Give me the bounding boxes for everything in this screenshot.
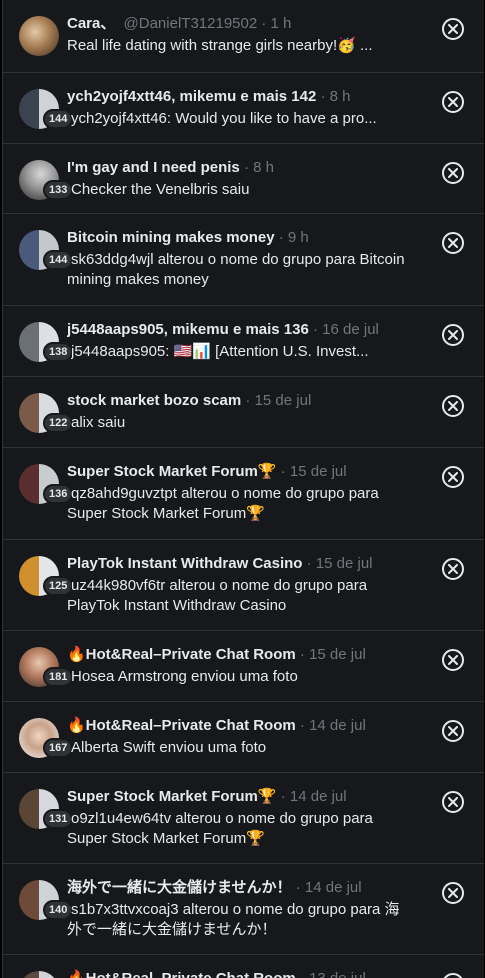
- conversation-name: 🔥Hot&Real–Private Chat Room: [67, 717, 296, 734]
- conversation-row[interactable]: 122 stock market bozo scam · 15 de jul a…: [3, 377, 484, 448]
- conversation-name: 🔥Hot&Real–Private Chat Room: [67, 970, 296, 978]
- conversation-row[interactable]: 🔥Hot&Real–Private Chat Room · 13 de jul: [3, 955, 484, 978]
- conversation-row[interactable]: 133 I'm gay and I need penis · 8 h Check…: [3, 144, 484, 214]
- conversation-preview: Hosea Armstrong enviou uma foto: [71, 668, 298, 685]
- conversation-name: PlayTok Instant Withdraw Casino: [67, 555, 303, 572]
- conversation-row[interactable]: 131 Super Stock Market Forum🏆 · 14 de ju…: [3, 773, 484, 864]
- conversation-title: stock market bozo scam · 15 de jul: [67, 391, 420, 411]
- conversation-meta: · 13 de jul: [296, 970, 366, 978]
- conversation-title: j5448aaps905, mikemu e mais 136 · 16 de …: [67, 320, 420, 340]
- conversation-preview: qz8ahd9guvztpt alterou o nome do grupo p…: [67, 485, 379, 522]
- conversation-title: Super Stock Market Forum🏆 · 15 de jul: [67, 462, 420, 482]
- conversation-preview: alix saiu: [71, 414, 126, 431]
- conversation-title: Bitcoin mining makes money · 9 h: [67, 228, 420, 248]
- conversation-preview: j5448aaps905: 🇺🇸📊 [Attention U.S. Invest…: [71, 343, 369, 360]
- conversation-name: Super Stock Market Forum🏆: [67, 788, 277, 805]
- conversation-row[interactable]: 167 🔥Hot&Real–Private Chat Room · 14 de …: [3, 702, 484, 773]
- conversation-title: Super Stock Market Forum🏆 · 14 de jul: [67, 787, 420, 807]
- conversation-name: 海外で一緒に大金儲けませんか！: [67, 879, 292, 896]
- close-icon[interactable]: [442, 162, 464, 184]
- conversation-name: Cara、: [67, 15, 116, 32]
- conversation-title: 🔥Hot&Real–Private Chat Room · 14 de jul: [67, 716, 420, 736]
- conversation-meta: · 8 h: [316, 88, 351, 105]
- conversation-row[interactable]: 181 🔥Hot&Real–Private Chat Room · 15 de …: [3, 631, 484, 702]
- close-icon[interactable]: [442, 558, 464, 580]
- close-icon[interactable]: [442, 324, 464, 346]
- conversation-preview: Real life dating with strange girls near…: [67, 37, 373, 54]
- conversation-preview: uz44k980vf6tr alterou o nome do grupo pa…: [67, 577, 368, 614]
- close-icon[interactable]: [442, 232, 464, 254]
- close-icon[interactable]: [442, 882, 464, 904]
- member-count-badge: 144: [43, 109, 74, 129]
- conversation-preview: sk63ddg4wjl alterou o nome do grupo para…: [67, 251, 405, 288]
- close-icon[interactable]: [442, 91, 464, 113]
- conversation-title: I'm gay and I need penis · 8 h: [67, 158, 420, 178]
- conversation-title: 🔥Hot&Real–Private Chat Room · 13 de jul: [67, 969, 420, 978]
- conversation-title: PlayTok Instant Withdraw Casino · 15 de …: [67, 554, 420, 574]
- conversation-preview: Checker the Venelbris saiu: [71, 181, 250, 198]
- member-count-badge: 122: [43, 413, 74, 433]
- conversation-meta: · 15 de jul: [295, 646, 366, 663]
- member-count-badge: 181: [43, 667, 74, 687]
- conversation-preview: ych2yojf4xtt46: Would you like to have a…: [71, 110, 377, 127]
- conversation-row[interactable]: 125 PlayTok Instant Withdraw Casino · 15…: [3, 540, 484, 631]
- conversation-name: 🔥Hot&Real–Private Chat Room: [67, 646, 296, 663]
- conversation-meta: · 9 h: [274, 229, 309, 246]
- conversation-name: Bitcoin mining makes money: [67, 229, 275, 246]
- conversation-row[interactable]: 144 Bitcoin mining makes money · 9 h sk6…: [3, 214, 484, 306]
- conversation-name: I'm gay and I need penis: [67, 159, 240, 176]
- conversation-name: j5448aaps905, mikemu e mais 136: [67, 321, 309, 338]
- conversation-list: Cara、 @DanielT31219502 · 1 h Real life d…: [2, 0, 484, 978]
- close-icon[interactable]: [442, 18, 464, 40]
- conversation-name: stock market bozo scam: [67, 392, 242, 409]
- close-icon[interactable]: [442, 395, 464, 417]
- conversation-row[interactable]: 144 ych2yojf4xtt46, mikemu e mais 142 · …: [3, 73, 484, 144]
- conversation-meta: · 8 h: [239, 159, 274, 176]
- member-count-badge: 133: [43, 180, 74, 200]
- conversation-meta: · 14 de jul: [276, 788, 347, 805]
- conversation-title: 海外で一緒に大金儲けませんか！ · 14 de jul: [67, 878, 420, 898]
- close-icon[interactable]: [442, 649, 464, 671]
- conversation-preview: o9zl1u4ew64tv alterou o nome do grupo pa…: [67, 810, 373, 847]
- conversation-name: ych2yojf4xtt46, mikemu e mais 142: [67, 88, 317, 105]
- conversation-meta: @DanielT31219502 · 1 h: [123, 15, 292, 32]
- conversation-preview: s1b7x3ttvxcoaj3 alterou o nome do grupo …: [67, 901, 400, 938]
- conversation-meta: · 15 de jul: [302, 555, 373, 572]
- close-icon[interactable]: [442, 720, 464, 742]
- conversation-meta: · 16 de jul: [308, 321, 379, 338]
- conversation-meta: · 14 de jul: [295, 717, 366, 734]
- conversation-name: Super Stock Market Forum🏆: [67, 463, 277, 480]
- avatar: [19, 16, 59, 56]
- conversation-title: ych2yojf4xtt46, mikemu e mais 142 · 8 h: [67, 87, 420, 107]
- conversation-row[interactable]: 140 海外で一緒に大金儲けませんか！ · 14 de jul s1b7x3tt…: [3, 864, 484, 955]
- conversation-preview: Alberta Swift enviou uma foto: [71, 739, 267, 756]
- conversation-meta: · 14 de jul: [291, 879, 362, 896]
- conversation-meta: · 15 de jul: [241, 392, 312, 409]
- member-count-badge: 138: [43, 342, 74, 362]
- conversation-title: 🔥Hot&Real–Private Chat Room · 15 de jul: [67, 645, 420, 665]
- member-count-badge: 167: [43, 738, 74, 758]
- conversation-row[interactable]: 136 Super Stock Market Forum🏆 · 15 de ju…: [3, 448, 484, 540]
- avatar: [19, 971, 59, 978]
- conversation-meta: · 15 de jul: [276, 463, 347, 480]
- conversation-row[interactable]: Cara、 @DanielT31219502 · 1 h Real life d…: [3, 0, 484, 73]
- close-icon[interactable]: [442, 791, 464, 813]
- close-icon[interactable]: [442, 973, 464, 978]
- conversation-row[interactable]: 138 j5448aaps905, mikemu e mais 136 · 16…: [3, 306, 484, 377]
- close-icon[interactable]: [442, 466, 464, 488]
- conversation-title: Cara、 @DanielT31219502 · 1 h: [67, 14, 420, 34]
